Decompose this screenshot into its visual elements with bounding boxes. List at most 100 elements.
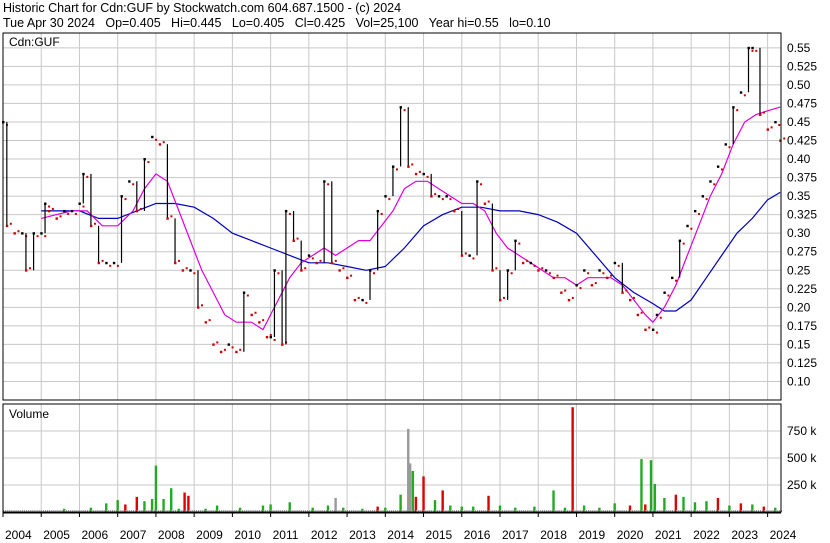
- price-point: [445, 195, 448, 198]
- price-tick-label: 0.175: [787, 319, 817, 333]
- price-point: [724, 143, 727, 146]
- x-tick-label: 2014: [387, 528, 414, 542]
- price-tick-label: 0.10: [787, 374, 811, 388]
- price-tick-label: 0.45: [787, 115, 811, 129]
- price-point: [659, 316, 662, 319]
- price-point: [418, 170, 421, 173]
- volume-tick-label: 250 k: [787, 478, 817, 492]
- price-tick-label: 0.275: [787, 245, 817, 259]
- price-point: [506, 269, 510, 272]
- price-point: [648, 326, 651, 329]
- price-tick-label: 0.525: [787, 59, 817, 73]
- volume-bar: [441, 490, 444, 512]
- price-point: [571, 296, 574, 299]
- price-point: [124, 198, 127, 201]
- price-point: [621, 291, 624, 294]
- price-point: [315, 261, 318, 265]
- price-point: [296, 237, 299, 240]
- price-point: [135, 209, 139, 213]
- price-point: [655, 331, 658, 334]
- price-point: [242, 291, 246, 294]
- price-point: [227, 343, 230, 346]
- price-point: [17, 230, 20, 233]
- price-point: [503, 296, 506, 299]
- price-point: [334, 259, 337, 262]
- price-point: [273, 269, 276, 272]
- price-point: [288, 212, 291, 215]
- price-point: [468, 254, 471, 257]
- price-point: [196, 306, 200, 309]
- price-point: [739, 91, 743, 94]
- price-point: [185, 267, 188, 270]
- price-tick-label: 0.25: [787, 263, 811, 277]
- price-point: [667, 294, 670, 297]
- price-tick-label: 0.30: [787, 226, 811, 240]
- price-point: [67, 212, 70, 215]
- price-point: [44, 202, 47, 205]
- price-tick-label: 0.225: [787, 282, 817, 296]
- volume-bar: [716, 497, 720, 512]
- volume-bar: [170, 488, 173, 512]
- price-point: [219, 350, 223, 354]
- price-point: [747, 46, 750, 50]
- price-point: [407, 165, 410, 168]
- price-point: [304, 267, 307, 270]
- price-point: [495, 267, 498, 270]
- price-point: [70, 209, 74, 213]
- price-point: [13, 232, 16, 235]
- price-point: [174, 261, 177, 265]
- price-tick-label: 0.125: [787, 356, 817, 370]
- price-point: [399, 106, 403, 109]
- volume-bar: [187, 495, 190, 512]
- price-point: [181, 269, 185, 272]
- price-point: [21, 232, 24, 235]
- price-point: [223, 348, 226, 351]
- price-point: [751, 49, 754, 52]
- volume-tick-label: 750 k: [787, 424, 817, 438]
- price-point: [48, 205, 51, 208]
- x-tick-label: 2012: [311, 528, 338, 542]
- price-point: [548, 272, 551, 275]
- price-point: [602, 272, 605, 275]
- price-point: [74, 212, 77, 215]
- price-point: [373, 272, 376, 275]
- price-point: [246, 294, 249, 297]
- price-point: [269, 335, 273, 339]
- price-point: [628, 298, 632, 302]
- price-point: [200, 304, 203, 307]
- price-point: [617, 264, 620, 267]
- price-point: [327, 183, 330, 186]
- x-tick-label: 2021: [655, 528, 682, 542]
- price-point: [250, 313, 253, 317]
- price-point: [770, 126, 773, 129]
- price-point: [411, 163, 414, 166]
- price-point: [101, 259, 104, 262]
- price-tick-label: 0.35: [787, 189, 811, 203]
- price-point: [342, 267, 345, 270]
- price-point: [212, 343, 215, 346]
- price-point: [155, 138, 158, 141]
- price-point: [9, 222, 12, 225]
- price-point: [709, 180, 712, 183]
- price-point: [151, 135, 154, 139]
- price-point: [109, 264, 112, 267]
- volume-bar: [414, 496, 418, 512]
- volume-bar: [422, 476, 425, 512]
- x-tick-label: 2016: [464, 528, 491, 542]
- price-point: [89, 224, 93, 228]
- price-point: [686, 224, 689, 228]
- price-tick-label: 0.20: [787, 300, 811, 314]
- price-point: [158, 143, 162, 146]
- price-point: [388, 198, 391, 201]
- price-point: [774, 120, 777, 124]
- price-point: [139, 207, 142, 210]
- price-point: [743, 94, 746, 97]
- price-point: [480, 183, 483, 186]
- volume-bar: [674, 494, 678, 512]
- volume-bar: [682, 496, 685, 512]
- volume-bars: [3, 407, 782, 512]
- price-point: [690, 227, 693, 230]
- price-point: [380, 212, 383, 215]
- price-point: [537, 269, 540, 272]
- price-point: [598, 269, 601, 272]
